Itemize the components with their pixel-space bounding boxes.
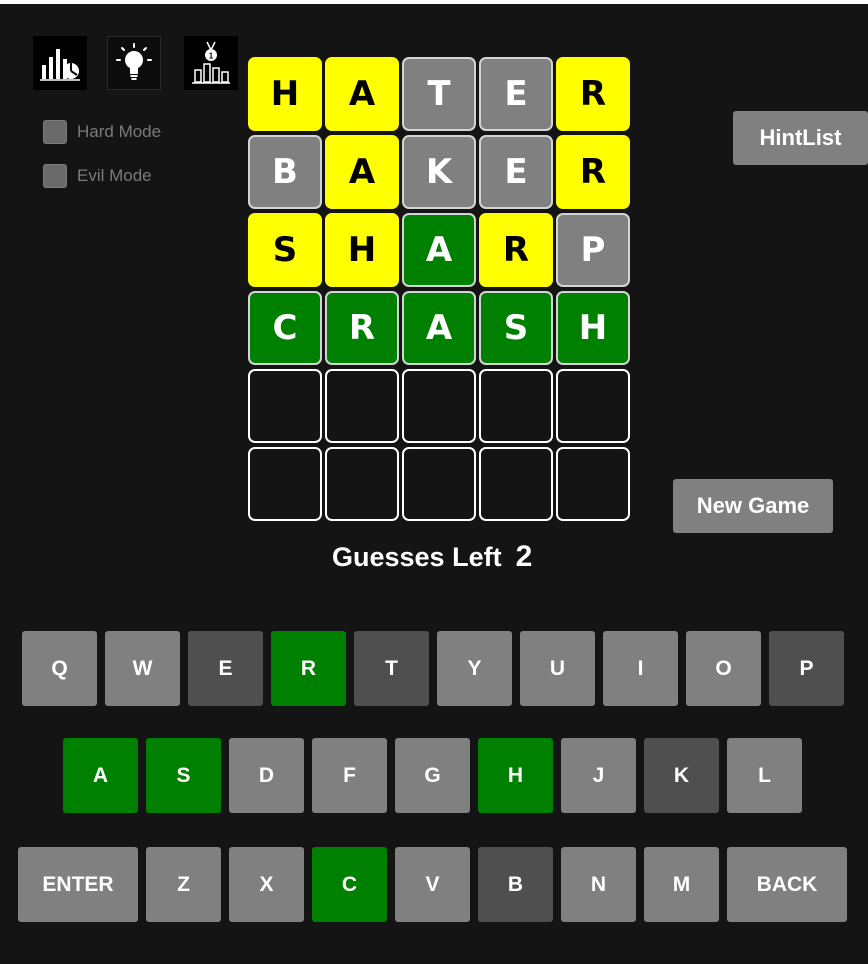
board-tile: P <box>556 213 630 287</box>
new-game-button[interactable]: New Game <box>673 479 833 533</box>
board-tile: R <box>325 291 399 365</box>
board-tile <box>325 369 399 443</box>
key-c[interactable]: C <box>312 847 387 922</box>
key-b[interactable]: B <box>478 847 553 922</box>
board-tile: E <box>479 135 553 209</box>
evil-mode-checkbox[interactable] <box>43 164 67 188</box>
stats-button[interactable] <box>33 36 87 90</box>
board-tile: B <box>248 135 322 209</box>
key-s[interactable]: S <box>146 738 221 813</box>
hint-button[interactable] <box>107 36 161 90</box>
board-tile <box>402 447 476 521</box>
key-u[interactable]: U <box>520 631 595 706</box>
board-tile: T <box>402 57 476 131</box>
key-a[interactable]: A <box>63 738 138 813</box>
board-tile <box>556 369 630 443</box>
board-tile: H <box>556 291 630 365</box>
board-tile <box>248 369 322 443</box>
key-n[interactable]: N <box>561 847 636 922</box>
board-tile <box>325 447 399 521</box>
evil-mode-option[interactable]: Evil Mode <box>43 164 152 188</box>
window-top-edge <box>0 0 868 4</box>
hard-mode-option[interactable]: Hard Mode <box>43 120 161 144</box>
key-w[interactable]: W <box>105 631 180 706</box>
board-tile: S <box>248 213 322 287</box>
key-f[interactable]: F <box>312 738 387 813</box>
key-m[interactable]: M <box>644 847 719 922</box>
key-h[interactable]: H <box>478 738 553 813</box>
key-j[interactable]: J <box>561 738 636 813</box>
board-tile <box>479 369 553 443</box>
key-d[interactable]: D <box>229 738 304 813</box>
board-tile <box>402 369 476 443</box>
guesses-left-status: Guesses Left 2 <box>332 540 532 574</box>
key-q[interactable]: Q <box>22 631 97 706</box>
key-l[interactable]: L <box>727 738 802 813</box>
guesses-left-label: Guesses Left <box>332 542 502 572</box>
board-tile <box>479 447 553 521</box>
key-p[interactable]: P <box>769 631 844 706</box>
key-g[interactable]: G <box>395 738 470 813</box>
board-tile: R <box>479 213 553 287</box>
leaderboard-button[interactable]: 1 <box>184 36 238 90</box>
evil-mode-label: Evil Mode <box>77 166 152 185</box>
board-tile <box>556 447 630 521</box>
key-r[interactable]: R <box>271 631 346 706</box>
key-v[interactable]: V <box>395 847 470 922</box>
leaderboard-medal-icon: 1 <box>192 41 230 84</box>
key-z[interactable]: Z <box>146 847 221 922</box>
board-tile: H <box>325 213 399 287</box>
board-tile: E <box>479 57 553 131</box>
board-tile <box>248 447 322 521</box>
svg-text:1: 1 <box>209 52 214 61</box>
key-o[interactable]: O <box>686 631 761 706</box>
hard-mode-label: Hard Mode <box>77 122 162 141</box>
board-tile: A <box>325 57 399 131</box>
board-tile: S <box>479 291 553 365</box>
lightbulb-icon <box>116 43 152 80</box>
key-t[interactable]: T <box>354 631 429 706</box>
key-back[interactable]: BACK <box>727 847 847 922</box>
guesses-left-count: 2 <box>515 540 533 573</box>
board-tile: R <box>556 135 630 209</box>
key-i[interactable]: I <box>603 631 678 706</box>
board-tile: R <box>556 57 630 131</box>
key-k[interactable]: K <box>644 738 719 813</box>
key-e[interactable]: E <box>188 631 263 706</box>
board-tile: H <box>248 57 322 131</box>
board-tile: K <box>402 135 476 209</box>
hintlist-button[interactable]: HintList <box>733 111 868 165</box>
hard-mode-checkbox[interactable] <box>43 120 67 144</box>
stats-chart-icon <box>40 49 80 81</box>
board-tile: A <box>402 213 476 287</box>
board-tile: A <box>402 291 476 365</box>
key-y[interactable]: Y <box>437 631 512 706</box>
board-tile: C <box>248 291 322 365</box>
key-enter[interactable]: ENTER <box>18 847 138 922</box>
board-tile: A <box>325 135 399 209</box>
key-x[interactable]: X <box>229 847 304 922</box>
game-board: HATERBAKERSHARPCRASH <box>248 57 630 521</box>
